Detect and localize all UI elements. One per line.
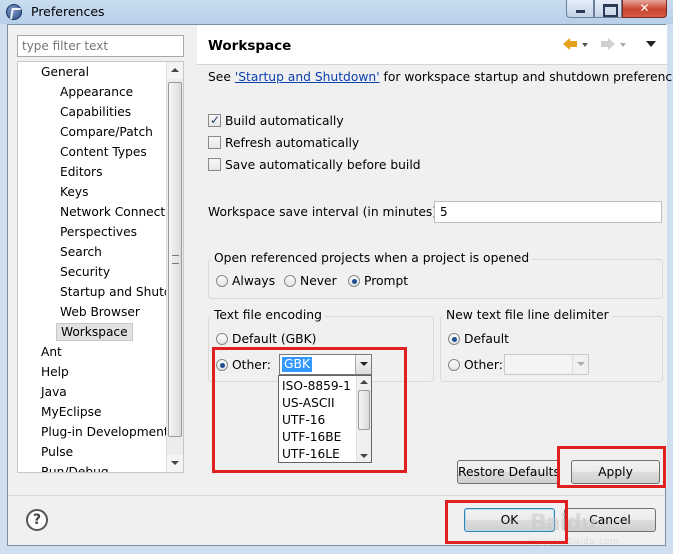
build-automatically-checkbox[interactable]: Build automatically <box>208 112 344 129</box>
scroll-down-icon[interactable] <box>167 455 183 472</box>
radio-always-label: Always <box>232 274 276 288</box>
tree-item-run-debug[interactable]: Run/Debug <box>41 463 109 472</box>
page-header: Workspace <box>197 25 667 65</box>
scroll-thumb[interactable] <box>168 82 182 437</box>
tree-item-security[interactable]: Security <box>60 263 110 281</box>
checkbox-icon[interactable] <box>208 158 221 171</box>
forward-history-dropdown-icon[interactable] <box>620 43 626 47</box>
tree-item-pulse[interactable]: Pulse <box>41 443 73 461</box>
radio-icon[interactable] <box>216 275 228 287</box>
tree-item-search[interactable]: Search <box>60 243 102 261</box>
encoding-default-label: Default (GBK) <box>232 332 317 346</box>
open-projects-group: Open referenced projects when a project … <box>208 251 663 299</box>
minimize-button[interactable] <box>566 0 594 18</box>
delimiter-combo[interactable] <box>504 354 589 375</box>
view-menu-icon[interactable] <box>646 41 656 47</box>
tree-item-capabilities[interactable]: Capabilities <box>60 103 131 121</box>
tree-item-general[interactable]: General <box>41 63 89 81</box>
tree-item-perspectives[interactable]: Perspectives <box>60 223 137 241</box>
line-delimiter-group: New text file line delimiter Default Oth… <box>440 308 663 382</box>
tree-item-web-browser[interactable]: Web Browser <box>60 303 140 321</box>
radio-icon[interactable] <box>284 275 296 287</box>
back-arrow-icon[interactable] <box>563 38 577 50</box>
radio-never-label: Never <box>300 274 337 288</box>
open-projects-title: Open referenced projects when a project … <box>211 251 533 265</box>
tree-scrollbar[interactable] <box>166 62 183 472</box>
filter-input[interactable] <box>17 35 184 57</box>
ok-highlight-box <box>445 500 568 544</box>
back-history-dropdown-icon[interactable] <box>582 43 588 47</box>
refresh-automatically-checkbox[interactable]: Refresh automatically <box>208 135 359 151</box>
encoding-highlight-box <box>212 347 407 473</box>
radio-icon[interactable] <box>216 333 228 345</box>
radio-selected-icon[interactable] <box>448 333 460 345</box>
radio-prompt[interactable]: Prompt <box>348 273 408 289</box>
tree-item-java[interactable]: Java <box>41 383 67 401</box>
footer-separator <box>8 495 665 496</box>
close-button[interactable] <box>622 0 667 18</box>
radio-never[interactable]: Never <box>284 273 337 289</box>
radio-always[interactable]: Always <box>216 273 275 289</box>
save-interval-input[interactable] <box>434 201 662 223</box>
delimiter-other-label: Other: <box>464 358 503 372</box>
tree-item-plugin-development[interactable]: Plug-in Development <box>41 423 169 441</box>
radio-selected-icon[interactable] <box>348 275 360 287</box>
tree-item-myeclipse[interactable]: MyEclipse <box>41 403 102 421</box>
tree-item-appearance[interactable]: Appearance <box>60 83 133 101</box>
startup-shutdown-link[interactable]: 'Startup and Shutdown' <box>235 70 380 84</box>
save-before-build-label: Save automatically before build <box>225 158 421 172</box>
encoding-default-radio[interactable]: Default (GBK) <box>216 331 316 347</box>
page-description: See 'Startup and Shutdown' for workspace… <box>208 70 673 84</box>
tree-item-startup-shutdown[interactable]: Startup and Shutd <box>60 283 172 301</box>
scroll-up-icon[interactable] <box>167 62 183 79</box>
tree-item-network-connections[interactable]: Network Connecti <box>60 203 169 221</box>
tree-item-ant[interactable]: Ant <box>41 343 62 361</box>
chevron-down-icon[interactable] <box>572 355 588 374</box>
line-delimiter-title: New text file line delimiter <box>443 308 612 322</box>
desc-suffix: for workspace startup and shutdown prefe… <box>379 70 673 84</box>
title-bar: Preferences <box>0 0 673 24</box>
apply-highlight-box <box>557 446 666 488</box>
tree-item-content-types[interactable]: Content Types <box>60 143 147 161</box>
restore-defaults-button[interactable]: Restore Defaults <box>457 460 560 484</box>
page-title: Workspace <box>208 38 292 54</box>
delimiter-other-radio[interactable]: Other: <box>448 357 503 373</box>
checkbox-icon[interactable] <box>208 136 221 149</box>
tree-item-compare-patch[interactable]: Compare/Patch <box>60 123 153 141</box>
tree-item-help[interactable]: Help <box>41 363 69 381</box>
text-encoding-title: Text file encoding <box>211 308 325 322</box>
desc-prefix: See <box>208 70 235 84</box>
delimiter-default-radio[interactable]: Default <box>448 331 509 347</box>
window-title: Preferences <box>31 4 105 19</box>
preferences-tree: General Appearance Capabilities Compare/… <box>17 61 184 473</box>
maximize-button[interactable] <box>594 0 622 18</box>
build-automatically-label: Build automatically <box>225 114 344 128</box>
forward-arrow-icon[interactable] <box>601 38 615 50</box>
checkbox-checked-icon[interactable] <box>208 112 221 128</box>
tree-item-editors[interactable]: Editors <box>60 163 102 181</box>
eclipse-app-icon <box>6 4 22 20</box>
window-controls <box>566 0 667 20</box>
radio-icon[interactable] <box>448 359 460 371</box>
save-interval-label: Workspace save interval (in minutes): <box>208 205 442 219</box>
help-icon[interactable]: ? <box>26 509 48 531</box>
delimiter-default-label: Default <box>464 332 509 346</box>
radio-prompt-label: Prompt <box>364 274 409 288</box>
refresh-automatically-label: Refresh automatically <box>225 136 360 150</box>
tree-item-workspace[interactable]: Workspace <box>56 323 133 341</box>
tree-item-keys[interactable]: Keys <box>60 183 88 201</box>
save-before-build-checkbox[interactable]: Save automatically before build <box>208 157 421 173</box>
